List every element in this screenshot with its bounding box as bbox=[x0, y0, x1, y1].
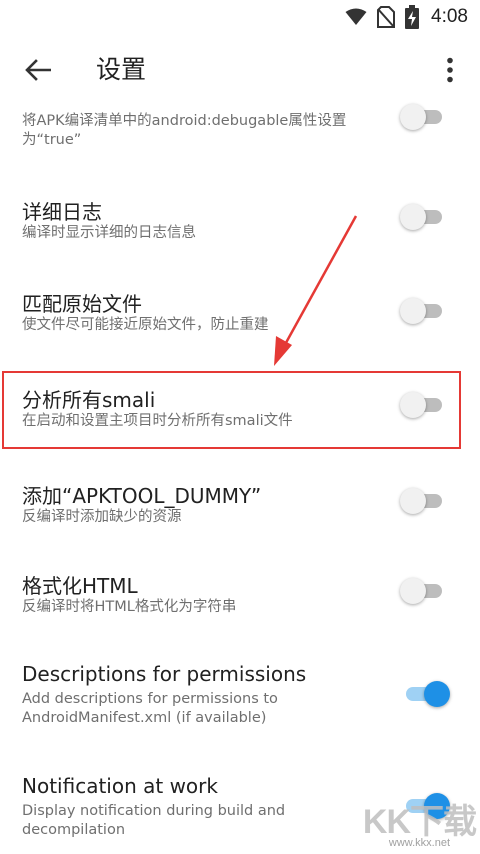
toggle-switch[interactable] bbox=[400, 576, 444, 606]
annotation-highlight-box bbox=[2, 371, 461, 449]
setting-verbose-log[interactable]: 详细日志 编译时显示详细的日志信息 bbox=[0, 186, 480, 266]
toggle-switch[interactable] bbox=[404, 679, 450, 709]
toggle-thumb bbox=[400, 298, 426, 324]
more-vert-icon bbox=[447, 57, 453, 83]
toggle-thumb bbox=[400, 204, 426, 230]
setting-subtitle: 反编译时添加缺少的资源 bbox=[22, 509, 182, 525]
toggle-switch[interactable] bbox=[400, 296, 444, 326]
setting-add-apktool-dummy[interactable]: 添加“APKTOOL_DUMMY” 反编译时添加缺少的资源 bbox=[0, 470, 480, 550]
setting-debuggable[interactable]: 将APK编译清单中的android:debugable属性设置为“true” bbox=[0, 104, 480, 166]
wifi-icon bbox=[345, 8, 367, 25]
setting-title: 详细日志 bbox=[22, 200, 102, 224]
battery-charging-icon bbox=[405, 5, 420, 29]
setting-subtitle: Display notification during build and de… bbox=[22, 803, 286, 838]
setting-subtitle: 反编译时将HTML格式化为字符串 bbox=[22, 599, 237, 615]
setting-format-html[interactable]: 格式化HTML 反编译时将HTML格式化为字符串 bbox=[0, 560, 480, 640]
no-sim-icon bbox=[377, 6, 396, 28]
setting-match-original[interactable]: 匹配原始文件 使文件尽可能接近原始文件，防止重建 bbox=[0, 278, 480, 358]
setting-subtitle: 将APK编译清单中的android:debugable属性设置为“true” bbox=[22, 113, 347, 148]
status-bar: 4:08 bbox=[0, 0, 480, 34]
overflow-menu-button[interactable] bbox=[428, 46, 472, 94]
toggle-switch[interactable] bbox=[400, 202, 444, 232]
setting-title: 匹配原始文件 bbox=[22, 292, 142, 316]
toggle-thumb bbox=[400, 578, 426, 604]
setting-title: Descriptions for permissions bbox=[22, 662, 307, 686]
toggle-thumb bbox=[400, 104, 426, 130]
arrow-left-icon bbox=[25, 59, 51, 81]
setting-subtitle: 编译时显示详细的日志信息 bbox=[22, 225, 196, 241]
setting-title: 添加“APKTOOL_DUMMY” bbox=[22, 484, 262, 508]
toggle-switch[interactable] bbox=[400, 102, 444, 132]
toggle-thumb bbox=[424, 681, 450, 707]
back-button[interactable] bbox=[14, 46, 62, 94]
watermark: KK下载 www.kkx.net bbox=[362, 803, 477, 849]
toggle-thumb bbox=[400, 488, 426, 514]
setting-permission-descriptions[interactable]: Descriptions for permissions Add descrip… bbox=[0, 662, 480, 762]
toggle-switch[interactable] bbox=[400, 486, 444, 516]
status-time: 4:08 bbox=[431, 6, 468, 27]
setting-subtitle: 使文件尽可能接近原始文件，防止重建 bbox=[22, 317, 269, 333]
watermark-logo: KK下载 bbox=[362, 803, 477, 841]
app-bar: 设置 bbox=[0, 34, 480, 106]
setting-title: 格式化HTML bbox=[22, 574, 138, 598]
setting-title: Notification at work bbox=[22, 774, 218, 798]
page-title: 设置 bbox=[96, 55, 147, 84]
setting-subtitle: Add descriptions for permissions to Andr… bbox=[22, 691, 278, 726]
watermark-url: www.kkx.net bbox=[388, 837, 451, 849]
